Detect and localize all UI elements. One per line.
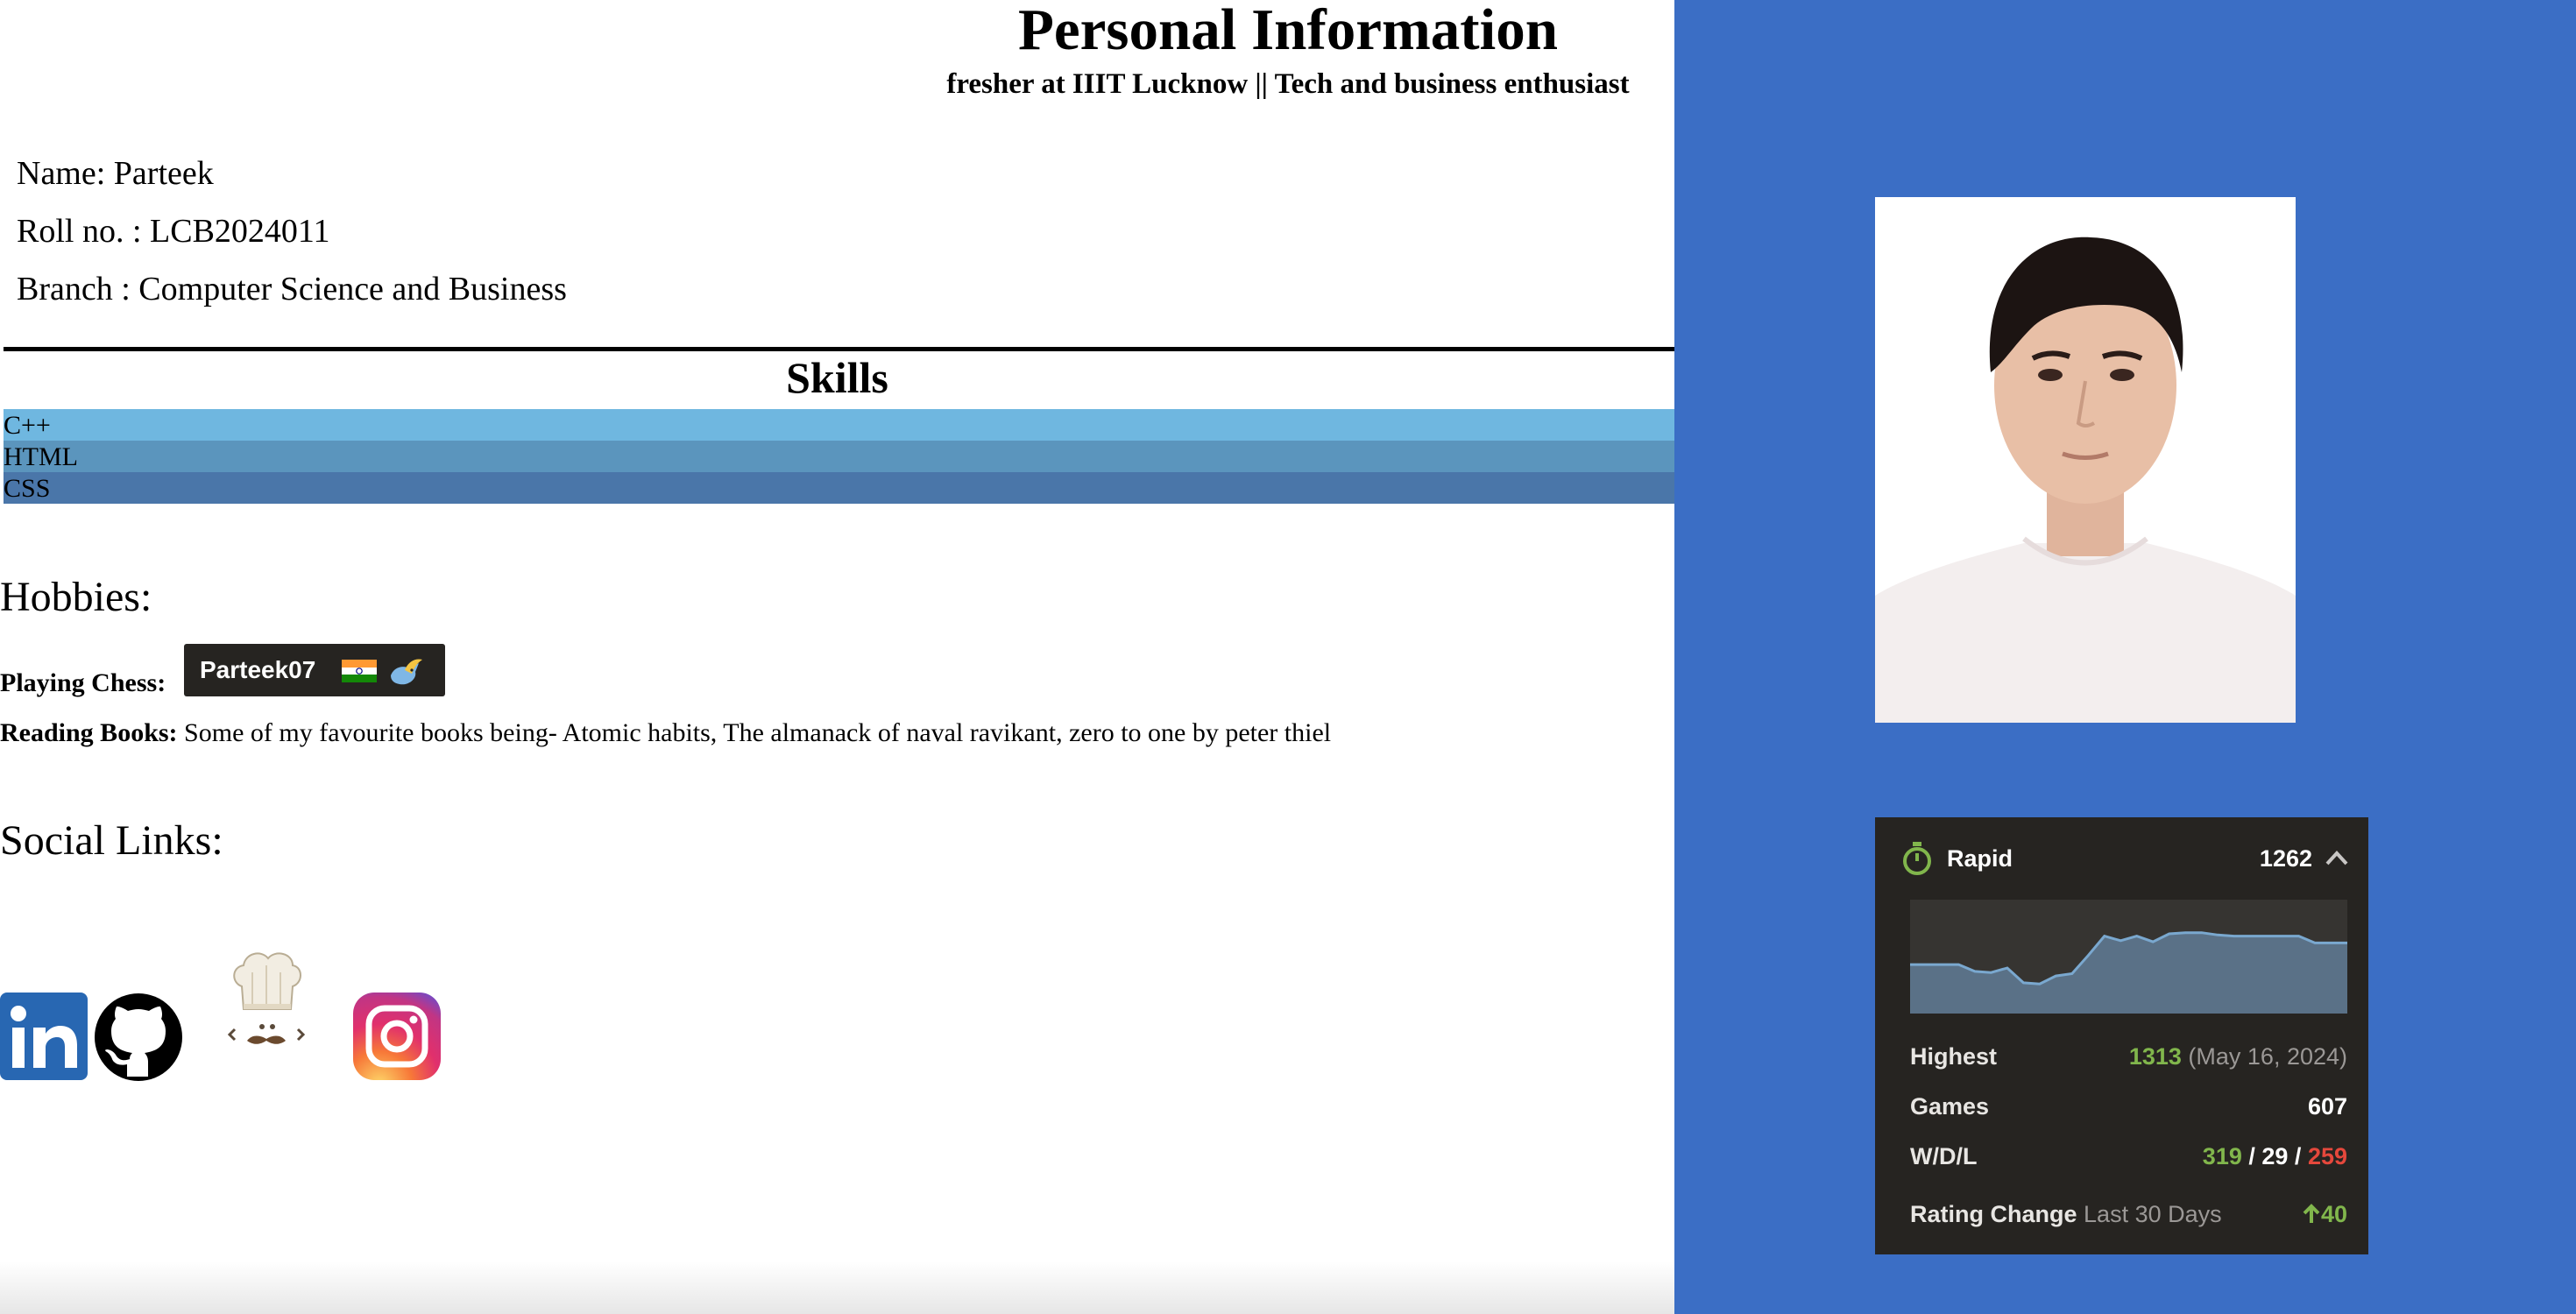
instagram-link[interactable] xyxy=(353,993,441,1080)
section-divider xyxy=(4,347,1674,351)
profile-photo xyxy=(1875,197,2296,723)
wdl-separator: / xyxy=(2241,1143,2262,1169)
github-link[interactable] xyxy=(94,993,183,1082)
social-links-heading: Social Links: xyxy=(0,817,223,864)
game-mode-label: Rapid xyxy=(1947,845,2013,872)
main-content: Personal Information fresher at IIIT Luc… xyxy=(0,0,1674,1314)
losses-count: 259 xyxy=(2307,1143,2347,1169)
highest-label: Highest xyxy=(1910,1043,1998,1070)
hobbies-heading: Hobbies: xyxy=(0,574,152,620)
profile-sidebar: Rapid 1262 Highest 1313 (May 16, 2024) G… xyxy=(1674,0,2576,1314)
reading-label: Reading Books: xyxy=(0,718,178,747)
instagram-icon xyxy=(353,993,441,1080)
arrow-up-icon xyxy=(2303,1204,2320,1223)
wdl-value-group: 319 / 29 / 259 xyxy=(2203,1143,2347,1170)
profile-photo-image xyxy=(1875,197,2296,723)
skills-heading: Skills xyxy=(786,353,888,402)
branch-line: Branch : Computer Science and Business xyxy=(17,271,567,307)
bird-icon xyxy=(391,659,422,685)
roll-number-line: Roll no. : LCB2024011 xyxy=(17,213,330,250)
linkedin-link[interactable] xyxy=(0,993,88,1080)
chess-username: Parteek07 xyxy=(200,656,316,683)
codechef-link[interactable] xyxy=(223,948,310,1053)
skill-bar-css: CSS xyxy=(4,472,1674,504)
github-icon xyxy=(95,993,182,1081)
current-rating: 1262 xyxy=(2259,845,2312,872)
highest-date: (May 16, 2024) xyxy=(2188,1043,2347,1070)
rating-change-period: Last 30 Days xyxy=(2084,1201,2222,1227)
india-flag-icon xyxy=(342,660,377,682)
chess-label: Playing Chess: xyxy=(0,668,166,697)
chess-profile-badge[interactable]: Parteek07 xyxy=(184,644,445,696)
wdl-separator: / xyxy=(2288,1143,2308,1169)
linkedin-icon xyxy=(0,993,88,1080)
skill-bar-html: HTML xyxy=(4,441,1674,472)
highest-value-group: 1313 (May 16, 2024) xyxy=(2129,1043,2347,1070)
games-label: Games xyxy=(1910,1093,1990,1120)
games-count: 607 xyxy=(2307,1093,2347,1120)
draws-count: 29 xyxy=(2261,1143,2289,1169)
highest-rating: 1313 xyxy=(2128,1043,2182,1070)
codechef-icon xyxy=(227,952,306,1044)
rating-change-group: 40 xyxy=(2302,1201,2347,1228)
rating-change-label-group: Rating Change Last 30 Days xyxy=(1910,1201,2222,1228)
rating-change-label: Rating Change xyxy=(1910,1201,2077,1227)
wins-count: 319 xyxy=(2202,1143,2242,1169)
chess-rating-card: Rapid 1262 Highest 1313 (May 16, 2024) G… xyxy=(1875,817,2368,1254)
rating-history-graph xyxy=(1910,900,2347,1014)
skill-bar-cpp: C++ xyxy=(4,409,1674,441)
stopwatch-icon xyxy=(1903,842,1931,875)
chevron-up-icon[interactable] xyxy=(2325,849,2349,866)
reading-text: Some of my favourite books being- Atomic… xyxy=(177,718,1332,747)
name-line: Name: Parteek xyxy=(17,155,214,192)
bottom-shadow xyxy=(0,1261,1674,1314)
reading-hobby-row: Reading Books: Some of my favourite book… xyxy=(0,718,1331,748)
rating-change-value: 40 xyxy=(2320,1201,2347,1227)
wdl-label: W/D/L xyxy=(1910,1143,1978,1169)
